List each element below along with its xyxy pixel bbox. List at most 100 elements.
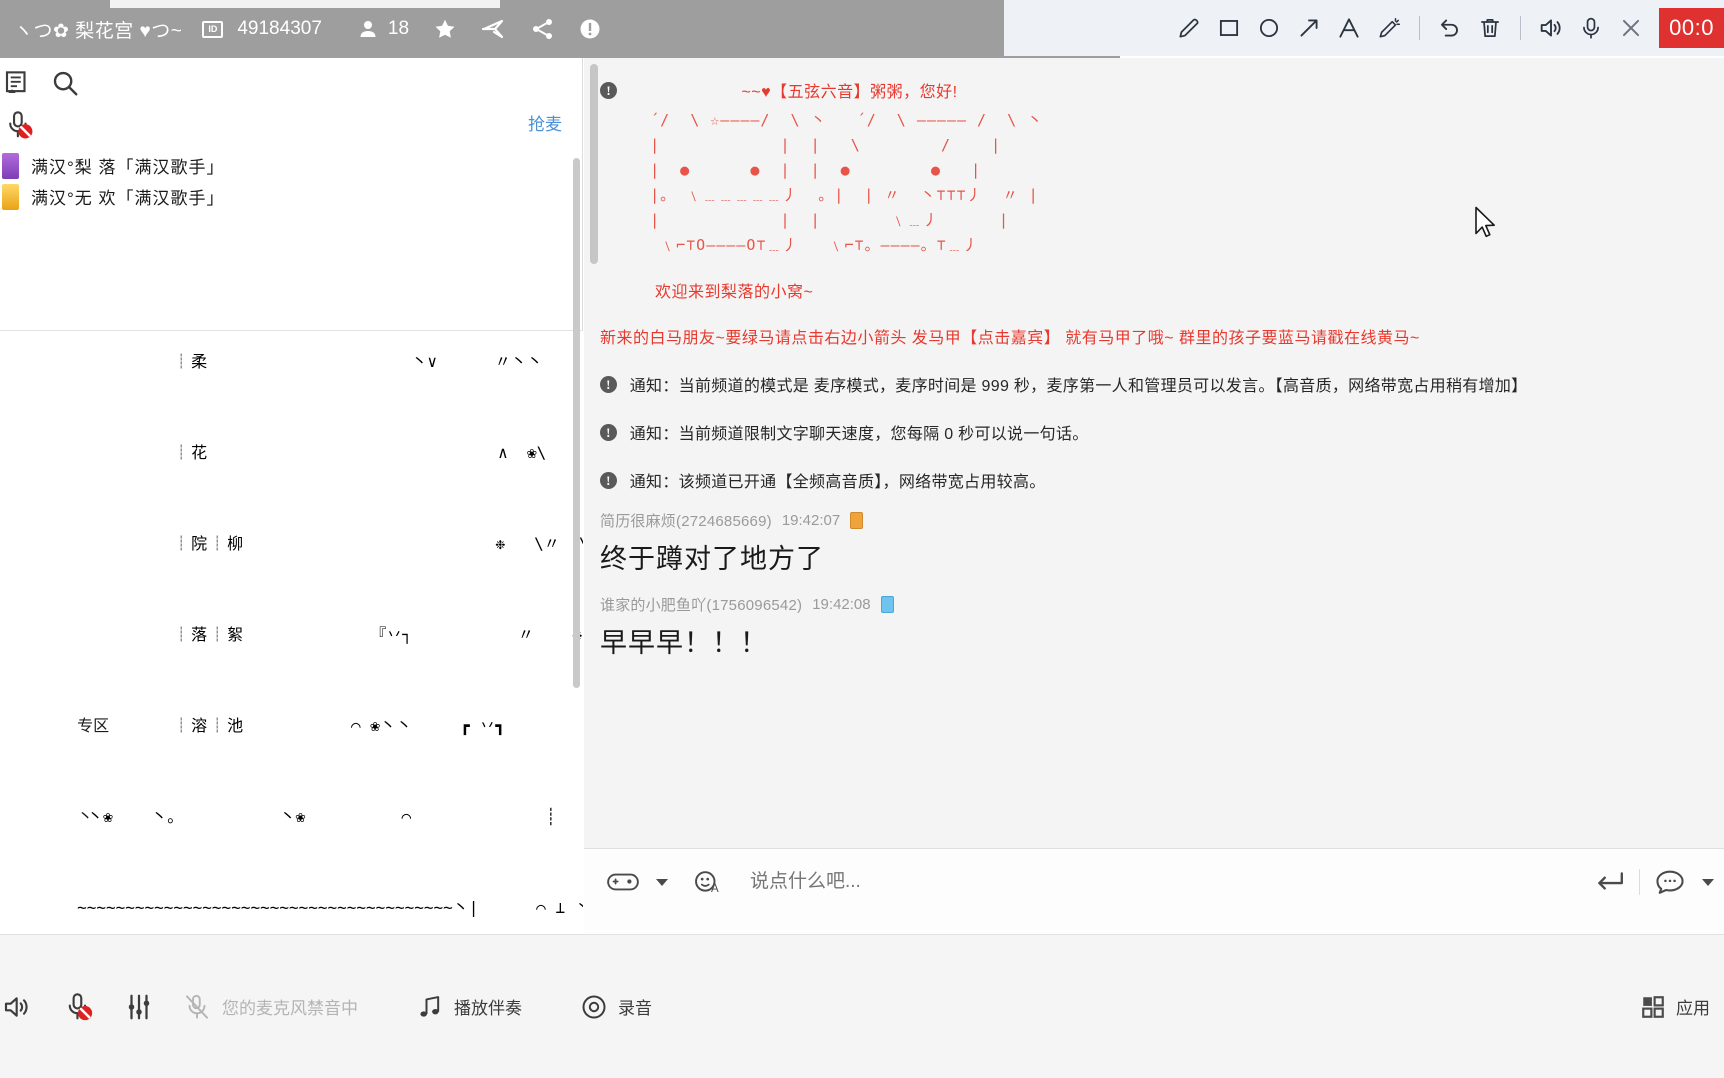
share-icon[interactable] <box>531 17 555 41</box>
chat-panel: ! ~~♥【五弦六音】粥粥，您好! ´/ \ ☆————/ \ 丶 ´/ \ —… <box>584 58 1724 848</box>
notice-text: 通知：当前频道限制文字聊天速度，您每隔 0 秒可以说一句话。 <box>629 426 1089 443</box>
speaker-icon[interactable] <box>1531 0 1571 56</box>
message-text: 早早早！！！ <box>600 628 768 658</box>
composer-row: A <box>584 849 1724 915</box>
recording-timer: 00:0 <box>1659 8 1724 48</box>
search-icon[interactable] <box>50 68 80 98</box>
welcome-message: ! ~~♥【五弦六音】粥粥，您好! ´/ \ ☆————/ \ 丶 ´/ \ —… <box>600 68 1724 302</box>
singer-row[interactable]: 满汉°梨 落「满汉歌手」 <box>0 150 583 181</box>
message-username[interactable]: 谁家的小肥鱼吖(1756096542) <box>600 594 802 615</box>
message-time: 19:42:07 <box>781 512 841 529</box>
message-header: 简历很麻烦(2724685669) 19:42:07 <box>600 510 1724 531</box>
status-bar-right: 应用 <box>1626 994 1724 1020</box>
grab-mic-button[interactable]: 抢麦 <box>528 110 562 135</box>
user-icon <box>358 19 378 39</box>
room-id: 49184307 <box>237 18 322 39</box>
device-mobile-icon <box>850 512 864 529</box>
play-accompaniment[interactable]: 播放伴奏 <box>402 935 536 1078</box>
art-row[interactable]: ┊院┊柳 ❉ \〃 \ <box>0 499 583 590</box>
app-root: ヽつ✿ 梨花宫 ♥つ~ ID 49184307 18 00:0 抢麦 满汉°梨 … <box>0 0 1724 1078</box>
window-tab-strip <box>110 0 500 8</box>
art-row-zone[interactable]: 专区┊溶┊池 ⌒ ❀丶丶 ┏ 丷┓ /(17) <box>0 681 583 772</box>
chat-scrollbar[interactable] <box>590 64 598 264</box>
singer-row[interactable]: 满汉°无 欢「满汉歌手」 <box>0 181 583 212</box>
speaker-toggle[interactable] <box>0 935 48 1078</box>
notice-icon: ! <box>600 82 617 99</box>
mouse-cursor <box>1474 206 1496 243</box>
record-label: 录音 <box>618 999 652 1018</box>
notice-icon: ! <box>600 424 617 441</box>
message-username[interactable]: 简历很麻烦(2724685669) <box>600 510 772 531</box>
left-scrollbar[interactable] <box>573 158 580 688</box>
welcome-footer: 欢迎来到梨落的小窝~ <box>655 284 814 301</box>
enter-key-icon[interactable] <box>1593 869 1625 895</box>
mic-status-row <box>0 108 583 146</box>
art-vert: ┊花 <box>173 445 210 462</box>
id-icon: ID <box>202 20 224 38</box>
gamepad-icon[interactable] <box>606 869 640 895</box>
art-glyphs: 丶∨ 〃丶丶 <box>209 352 543 371</box>
highlighter-tool[interactable] <box>1369 0 1409 56</box>
art-glyphs: 丶❀ ⌒ ┊ <box>183 807 556 826</box>
mic-toggle[interactable] <box>48 935 110 1078</box>
apps-button[interactable]: 应用 <box>1626 994 1724 1020</box>
audio-settings[interactable] <box>110 935 168 1078</box>
mic-status-label: 您的麦克风禁音中 <box>222 999 358 1018</box>
emoji-icon[interactable]: A <box>692 867 722 897</box>
toolbar-divider-2 <box>1520 16 1522 40</box>
microphone-icon[interactable] <box>1571 0 1611 56</box>
text-tool[interactable] <box>1329 0 1369 56</box>
microphone-muted-icon[interactable] <box>2 108 36 147</box>
left-toolbar <box>0 58 583 108</box>
room-name: ヽつ✿ 梨花宫 ♥つ~ <box>14 20 183 42</box>
toolbar-divider <box>1419 16 1421 40</box>
record-button[interactable]: 录音 <box>566 935 666 1078</box>
apps-label: 应用 <box>1676 999 1710 1018</box>
undo-icon[interactable] <box>1430 0 1470 56</box>
report-icon[interactable] <box>579 18 601 40</box>
member-count: 18 <box>387 18 410 39</box>
star-icon[interactable] <box>433 17 457 41</box>
notice-row: ! 通知：该频道已开通【全频高音质】，网络带宽占用较高。 <box>600 468 1724 492</box>
rectangle-tool[interactable] <box>1209 0 1249 56</box>
mic-status: 您的麦克风禁音中 <box>168 935 372 1078</box>
chevron-down-icon[interactable] <box>656 878 668 886</box>
room-titlebar: ヽつ✿ 梨花宫 ♥つ~ ID 49184307 18 <box>0 0 1120 58</box>
chevron-down-icon-2[interactable] <box>1702 878 1714 886</box>
message-header: 谁家的小肥鱼吖(1756096542) 19:42:08 <box>600 594 1724 615</box>
art-vert: 丶❀ 丶。 <box>87 807 184 826</box>
close-icon[interactable] <box>1611 0 1651 56</box>
message-text: 终于蹲对了地方了 <box>600 544 824 574</box>
plane-icon[interactable] <box>481 17 507 41</box>
notice-icon: ! <box>600 472 617 489</box>
art-glyphs: ⌒ ❀丶丶 ┏ 丷┓ / <box>351 716 506 735</box>
art-glyphs: ∧ ❀\ <box>209 443 547 462</box>
notice-row: ! 通知：当前频道限制文字聊天速度，您每隔 0 秒可以说一句话。 <box>600 420 1724 444</box>
channel-list[interactable]: ┊柔 丶∨ 〃丶丶 ┊花 ∧ ❀\ ┊院┊柳 ❉ \〃 \ ┊落┊絮 『丷┐ 〃… <box>0 331 583 934</box>
art-glyphs: ❉ \〃 \ <box>245 534 583 553</box>
chat-message: 谁家的小肥鱼吖(1756096542) 19:42:08 早早早！！！ <box>600 594 1724 660</box>
status-bar: 您的麦克风禁音中 播放伴奏 录音 应用 <box>0 934 1724 1078</box>
pen-tool[interactable] <box>1169 0 1209 56</box>
ellipse-tool[interactable] <box>1249 0 1289 56</box>
art-vert: ┊溶┊池 <box>173 718 246 735</box>
notice-text: 通知：该频道已开通【全频高音质】，网络带宽占用较高。 <box>629 474 1046 491</box>
welcome-ascii-art: ´/ \ ☆————/ \ 丶 ´/ \ ————— / \ 丶 | | | \… <box>650 111 1044 254</box>
art-row[interactable]: ~~~~~~~~~~~~~~~~~~~~~~~~~~~~~~~~~~~~~~~丶… <box>0 863 583 934</box>
trash-icon[interactable] <box>1470 0 1510 56</box>
notice-row: ! 通知：当前频道的模式是 麦序模式，麦序时间是 999 秒，麦序第一人和管理员… <box>600 372 1724 396</box>
art-row[interactable]: 丶丶❀ 丶。 丶❀ ⌒ ┊ <box>0 772 583 863</box>
art-row[interactable]: ┊柔 丶∨ 〃丶丶 <box>0 331 583 408</box>
message-input[interactable] <box>736 871 1579 893</box>
chat-bubble-icon[interactable] <box>1654 868 1686 896</box>
chat-messages: ! ~~♥【五弦六音】粥粥，您好! ´/ \ ☆————/ \ 丶 ´/ \ —… <box>600 68 1724 660</box>
art-row[interactable]: ┊落┊絮 『丷┐ 〃 ❉ / <box>0 590 583 681</box>
welcome-header: ~~♥【五弦六音】粥粥，您好! <box>741 84 958 101</box>
arrow-tool[interactable] <box>1289 0 1329 56</box>
art-glyphs: ~~~~~~~~~~~~~~~~~~~~~~~~~~~~~~~~~~~~~~~丶… <box>77 898 583 917</box>
art-row[interactable]: ┊花 ∧ ❀\ <box>0 408 583 499</box>
composer-divider <box>1639 869 1640 895</box>
notice-text: 通知：当前频道的模式是 麦序模式，麦序时间是 999 秒，麦序第一人和管理员可以… <box>629 378 1528 395</box>
list-icon[interactable] <box>2 68 32 98</box>
play-accompaniment-label: 播放伴奏 <box>454 999 522 1018</box>
